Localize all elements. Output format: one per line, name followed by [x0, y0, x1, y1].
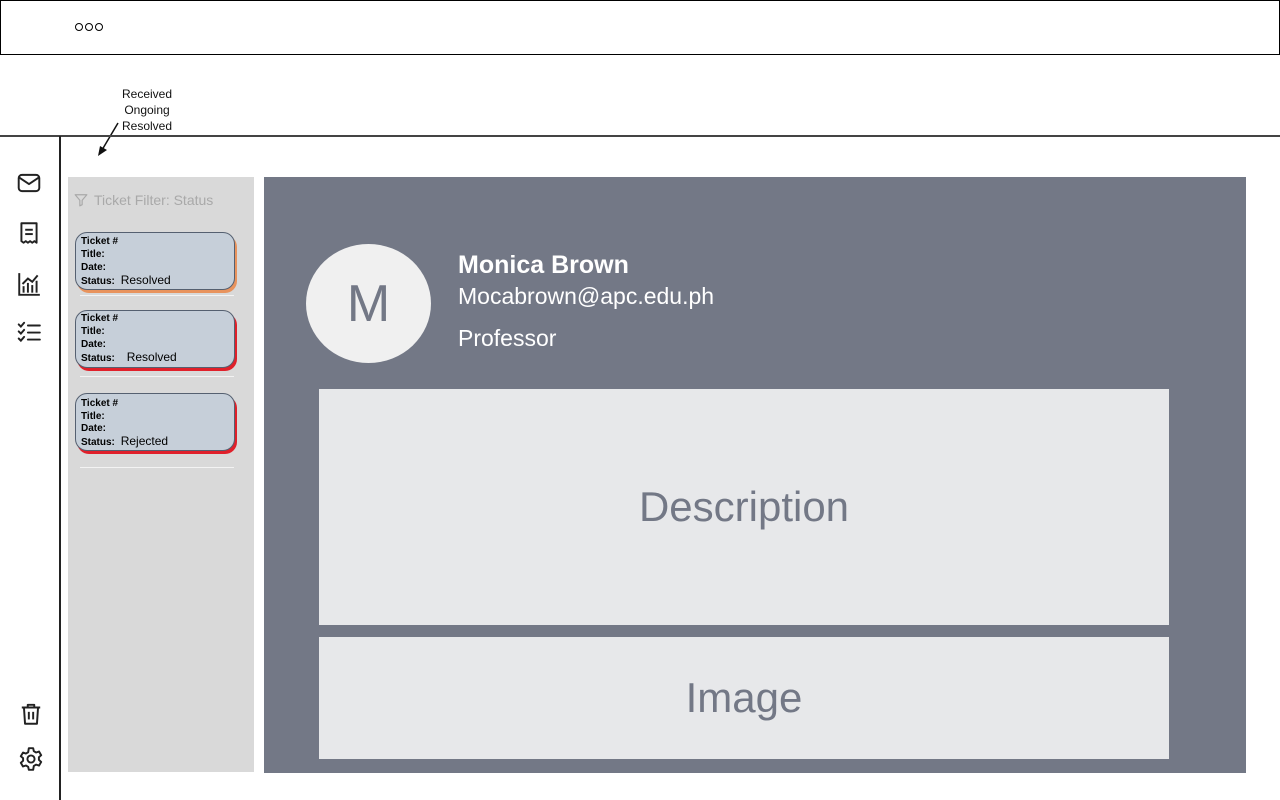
- ticket-date-label: Date:: [81, 423, 107, 434]
- ticket-number-label: Ticket #: [81, 313, 119, 324]
- description-box: Description: [319, 389, 1169, 625]
- annotation-line: Received: [121, 87, 173, 101]
- ticket-status-label: Status:: [81, 437, 115, 448]
- ticket-status-value: Resolved: [120, 273, 171, 287]
- ticket-number-label: Ticket #: [81, 236, 119, 247]
- ticket-separator: [80, 295, 234, 296]
- ticket-filter[interactable]: Ticket Filter: Status: [74, 192, 213, 208]
- ticket-status-label: Status:: [81, 353, 115, 364]
- user-role: Professor: [458, 325, 557, 351]
- ticket-list-panel: Ticket Filter: Status Ticket # Title: Da…: [68, 177, 254, 772]
- dot-icon: [85, 23, 93, 31]
- window-dots[interactable]: [75, 23, 103, 31]
- dot-icon: [95, 23, 103, 31]
- avatar: M: [306, 244, 431, 363]
- ticket-date-label: Date:: [81, 339, 107, 350]
- ticket-title-label: Title:: [81, 249, 105, 260]
- ticket-title-label: Title:: [81, 411, 105, 422]
- trash-icon[interactable]: [18, 701, 44, 727]
- filter-icon: [74, 194, 88, 207]
- gear-icon[interactable]: [18, 746, 44, 772]
- image-box[interactable]: Image: [319, 637, 1169, 759]
- user-name: Monica Brown: [458, 251, 629, 279]
- ticket-status-value: Resolved: [126, 350, 177, 364]
- checklist-icon[interactable]: [16, 319, 42, 345]
- image-label: Image: [685, 674, 803, 721]
- user-email[interactable]: Mocabrown@apc.edu.ph: [458, 283, 714, 310]
- dot-icon: [75, 23, 83, 31]
- ticket-number-label: Ticket #: [81, 398, 119, 409]
- ticket-separator: [80, 376, 234, 377]
- ticket-status-row: Status: Resolved: [81, 350, 177, 364]
- ticket-separator: [80, 467, 234, 468]
- analytics-icon[interactable]: [16, 271, 42, 297]
- ticket-title-label: Title:: [81, 326, 105, 337]
- ticket-status-value: Rejected: [120, 434, 169, 448]
- ticket-card[interactable]: Ticket # Title: Date: Status: Resolved: [75, 310, 235, 368]
- annotation-line: Ongoing: [124, 103, 170, 117]
- mail-icon[interactable]: [16, 170, 42, 196]
- description-label: Description: [638, 483, 850, 530]
- header-divider: [0, 135, 1280, 137]
- sidebar-divider: [59, 136, 61, 800]
- receipt-icon[interactable]: [16, 220, 42, 246]
- ticket-status-row: Status: Resolved: [81, 273, 171, 287]
- ticket-status-label: Status:: [81, 276, 115, 287]
- filter-label: Ticket Filter: Status: [94, 192, 214, 208]
- ticket-card[interactable]: Ticket # Title: Date: Status: Resolved: [75, 232, 235, 290]
- ticket-card[interactable]: Ticket # Title: Date: Status: Rejected: [75, 393, 235, 451]
- top-bar: [0, 0, 1280, 55]
- ticket-status-row: Status: Rejected: [81, 434, 169, 448]
- annotation-arrow-icon: [98, 122, 119, 156]
- ticket-date-label: Date:: [81, 262, 107, 273]
- ticket-detail-panel: M Monica Brown Mocabrown@apc.edu.ph Prof…: [264, 177, 1246, 773]
